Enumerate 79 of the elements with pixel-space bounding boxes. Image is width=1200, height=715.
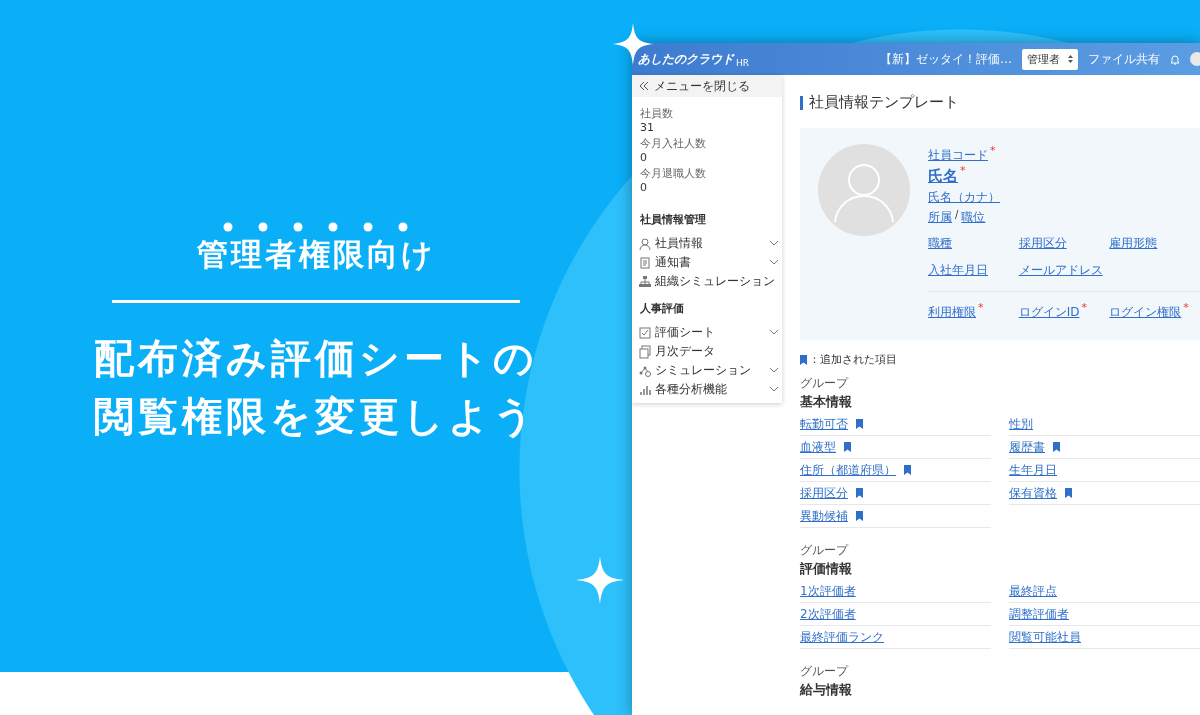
field-link[interactable]: 性別 (1009, 415, 1033, 433)
stat-label: 社員数 (640, 106, 674, 121)
checkbox-icon (638, 325, 652, 340)
sparkle-icon (576, 556, 624, 604)
file-share-link[interactable]: ファイル共有 (1088, 50, 1160, 68)
avatar[interactable] (1190, 52, 1200, 66)
field-link[interactable]: 職位 (961, 209, 986, 226)
required-mark: * (990, 147, 996, 155)
name-link[interactable]: 氏名 (928, 167, 958, 186)
field-link[interactable]: 入社年月日 (928, 262, 988, 279)
role-select[interactable]: 管理者 (1022, 48, 1078, 70)
page-title: 社員情報テンプレート (809, 93, 959, 112)
field-link[interactable]: 保有資格 (1009, 484, 1057, 502)
field-link[interactable]: 利用権限 (928, 304, 976, 321)
banner-kicker: 管理者権限向け (196, 235, 436, 274)
field-link[interactable]: 履歴書 (1009, 438, 1045, 456)
field-link[interactable]: 社員コード (928, 147, 988, 164)
group-title: 評価情報 (800, 560, 853, 578)
field-link[interactable]: 1次評価者 (800, 582, 856, 600)
field-link[interactable]: 氏名（カナ） (928, 189, 1000, 206)
user-silhouette-icon (818, 144, 910, 236)
field-link[interactable]: 採用区分 (800, 484, 848, 502)
notice-link[interactable]: 【新】ゼッタイ！評価… (880, 50, 1012, 68)
menu-item[interactable]: 社員情報 (632, 234, 782, 253)
field-link[interactable]: 最終評価ランク (800, 628, 884, 646)
field-link[interactable]: 採用区分 (1018, 235, 1067, 252)
section-heading: 社員情報管理 (639, 212, 707, 228)
bookmark-icon (800, 354, 807, 365)
field-link[interactable]: ログインID (1018, 304, 1080, 321)
menu-item[interactable]: 各種分析機能 (632, 380, 782, 399)
person-icon (638, 236, 652, 251)
field-link[interactable]: ログイン権限 (1109, 304, 1182, 321)
close-menu-button[interactable]: メニューを閉じる (632, 75, 782, 97)
group-caption: グループ (800, 375, 850, 392)
stat-value: 0 (640, 151, 648, 164)
field-link[interactable]: 異動候補 (800, 507, 848, 525)
required-mark: * (978, 304, 984, 312)
double-chevron-left-icon (640, 82, 649, 90)
menu-item[interactable]: 通知書 (632, 253, 782, 272)
field-link[interactable]: メールアドレス (1018, 262, 1103, 279)
group-caption: グループ (800, 663, 850, 680)
field-link[interactable]: 職種 (928, 235, 952, 252)
field-link[interactable]: 閲覧可能社員 (1009, 628, 1081, 646)
banner-headline: 閲覧権限を変更しよう (94, 392, 538, 441)
menu-item[interactable]: シミュレーション (632, 361, 782, 380)
field-link[interactable]: 調整評価者 (1009, 605, 1069, 623)
stat-label: 今月退職人数 (640, 166, 707, 181)
field-link[interactable]: 雇用形態 (1109, 235, 1158, 252)
document-icon (638, 255, 652, 270)
group-caption: グループ (800, 542, 850, 559)
sort-arrows-icon (1068, 55, 1073, 63)
logo-suffix: HR (736, 57, 750, 68)
field-link[interactable]: 2次評価者 (800, 605, 856, 623)
separator: / (955, 209, 959, 220)
copy-icon (638, 344, 652, 359)
field-link[interactable]: 血液型 (800, 438, 836, 456)
required-mark: * (960, 167, 966, 175)
org-chart-icon (638, 274, 652, 289)
menu-item[interactable]: 組織シミュレーション (632, 272, 782, 291)
field-link[interactable]: 住所（都道府県） (800, 461, 896, 479)
menu-item[interactable]: 評価シート (632, 323, 782, 342)
field-link[interactable]: 所属 (928, 209, 952, 226)
required-mark: * (1183, 304, 1189, 312)
group-title: 基本情報 (800, 393, 853, 411)
stat-value: 31 (640, 121, 655, 134)
menu-item[interactable]: 月次データ (632, 342, 782, 361)
field-link[interactable]: 転勤可否 (800, 415, 848, 433)
stat-label: 今月入社人数 (640, 136, 707, 151)
section-heading: 人事評価 (639, 301, 685, 317)
legend-text: ：追加された項目 (809, 352, 897, 367)
emphasis-dots-icon (223, 222, 409, 232)
banner-headline: 配布済み評価シートの (94, 334, 538, 383)
group-title: 給与情報 (800, 681, 853, 699)
stat-value: 0 (640, 181, 648, 194)
app-logo: あしたのクラウド (638, 50, 734, 68)
field-link[interactable]: 生年月日 (1009, 461, 1057, 479)
field-link[interactable]: 最終評点 (1009, 582, 1057, 600)
required-mark: * (1081, 304, 1087, 312)
bell-icon (1170, 53, 1180, 65)
